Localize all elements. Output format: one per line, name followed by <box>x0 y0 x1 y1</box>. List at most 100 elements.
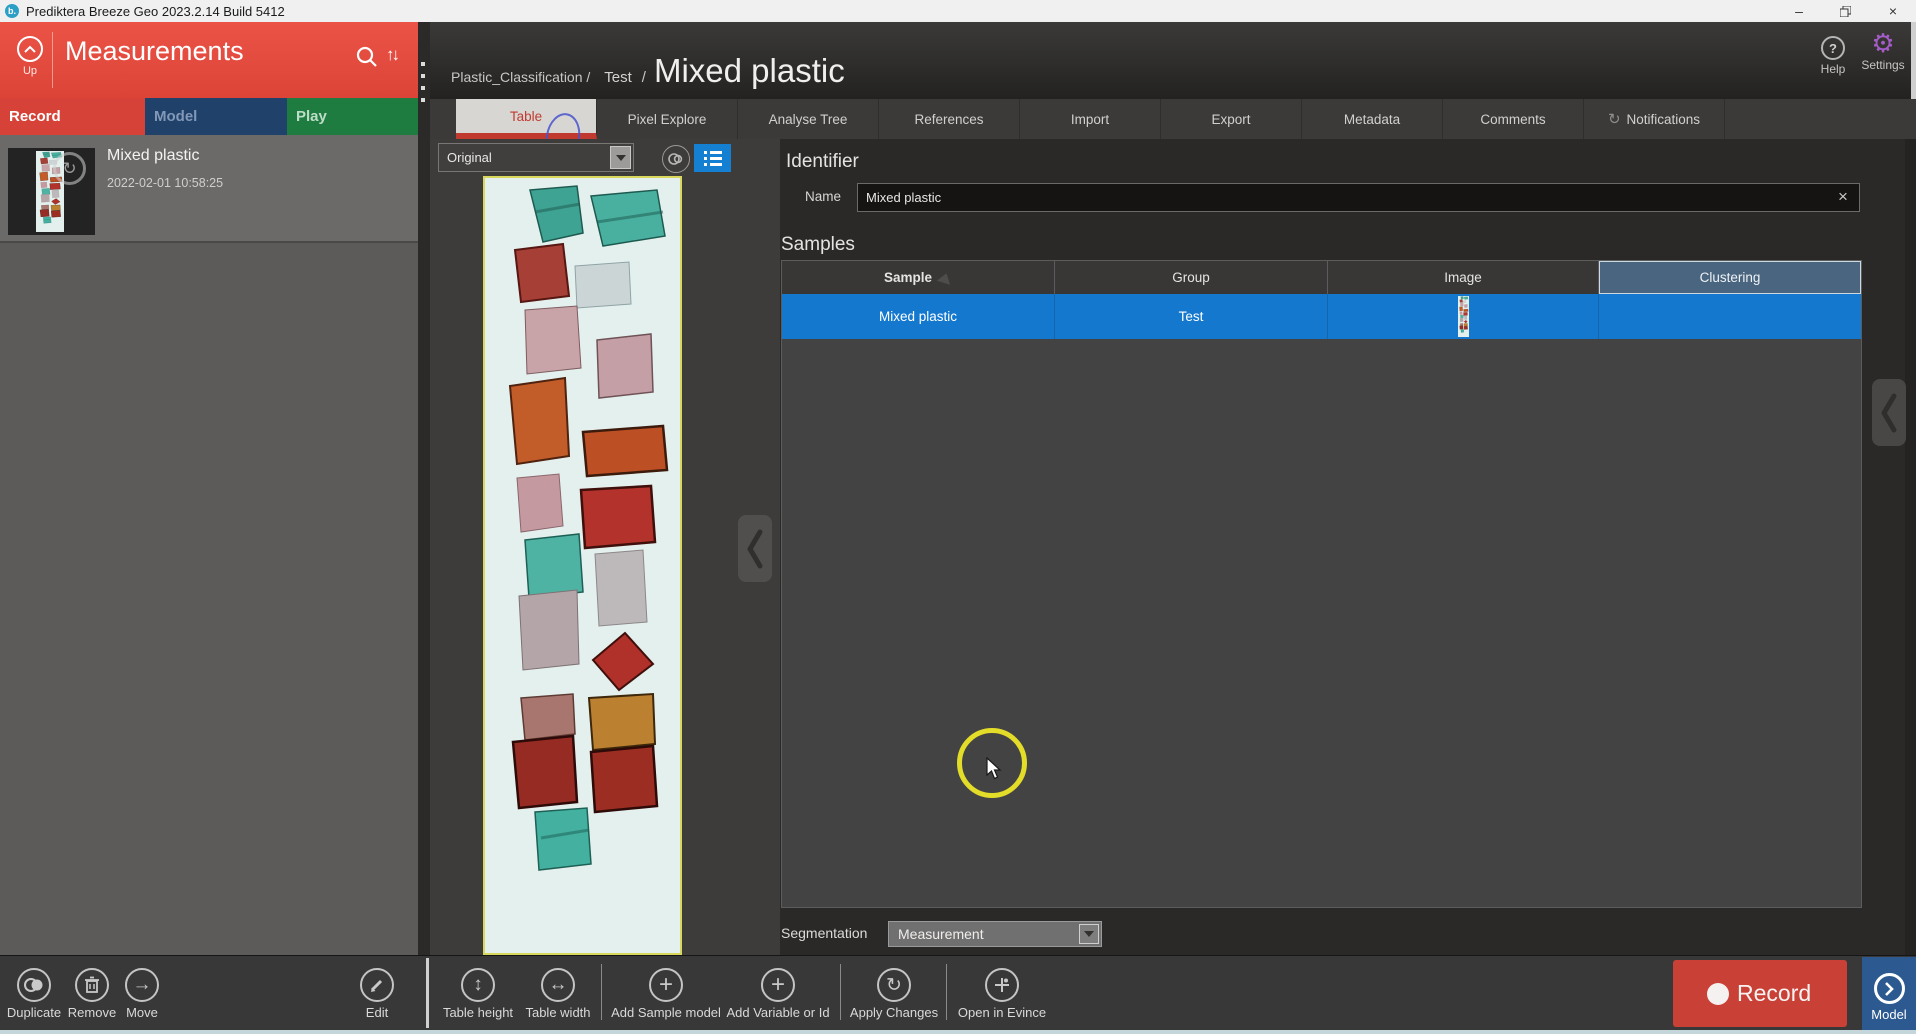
cell-sample[interactable]: Mixed plastic <box>782 294 1055 339</box>
measurement-timestamp: 2022-02-01 10:58:25 <box>107 176 223 190</box>
toolbar-separator <box>840 964 841 1020</box>
splitter-dot <box>421 98 425 102</box>
tab-import[interactable]: Import <box>1020 99 1161 139</box>
sidebar-splitter[interactable] <box>418 22 430 955</box>
move-icon[interactable]: → <box>125 968 159 1002</box>
app-window: b. Prediktera Breeze Geo 2023.2.14 Build… <box>0 0 1916 1034</box>
breadcrumb-separator: / <box>642 69 646 86</box>
add-sample-model-icon[interactable]: + <box>649 968 683 1002</box>
edit-icon[interactable] <box>360 968 394 1002</box>
duplicate-icon[interactable] <box>17 968 51 1002</box>
measurement-list: ↻ Mixed plastic 2022-02-01 10:58:25 <box>0 135 418 241</box>
sidebar-tab-record[interactable]: Record <box>0 98 145 135</box>
model-label: Model <box>1862 1007 1916 1022</box>
help-icon: ? <box>1821 36 1845 60</box>
mouse-cursor <box>986 757 1002 786</box>
table-width-icon[interactable]: ↔ <box>541 968 575 1002</box>
toolbar-divider <box>426 958 429 1028</box>
list-icon <box>704 150 722 166</box>
table-height-icon[interactable]: ↕ <box>461 968 495 1002</box>
segmentation-value: Measurement <box>898 926 984 942</box>
remove-icon[interactable] <box>75 968 109 1002</box>
edit-label: Edit <box>366 1005 388 1020</box>
restore-button[interactable] <box>1828 0 1862 22</box>
sample-detail-panel: Identifier Name × Samples Sample Group I… <box>780 139 1916 955</box>
measurement-name[interactable]: Mixed plastic <box>107 147 199 165</box>
main-tab-bar: Table Pixel Explore Analyse Tree Referen… <box>430 99 1916 139</box>
record-button[interactable]: Record <box>1673 960 1847 1027</box>
link-view-button[interactable] <box>662 145 690 173</box>
tab-comments[interactable]: Comments <box>1443 99 1584 139</box>
chevron-left-icon <box>1879 391 1899 435</box>
chevron-right-icon <box>1874 973 1905 1004</box>
tab-export[interactable]: Export <box>1161 99 1302 139</box>
window-title: Prediktera Breeze Geo 2023.2.14 Build 54… <box>26 4 285 19</box>
segmentation-label: Segmentation <box>781 925 867 941</box>
breadcrumb: Plastic_Classification / Test / Mixed pl… <box>451 52 845 90</box>
column-header-sample[interactable]: Sample <box>782 261 1055 294</box>
help-button[interactable]: ? Help <box>1811 36 1855 76</box>
collapse-panel-button[interactable] <box>738 515 772 582</box>
screen-bottom-edge <box>0 1030 1916 1034</box>
model-button[interactable]: Model <box>1862 957 1916 1030</box>
sidebar-body <box>0 241 418 957</box>
up-button[interactable]: Up <box>10 36 50 92</box>
name-input[interactable] <box>857 183 1860 212</box>
help-label: Help <box>1811 62 1855 76</box>
plastic-pieces-image <box>485 178 680 953</box>
settings-label: Settings <box>1856 58 1910 72</box>
tab-notifications[interactable]: ↻ Notifications <box>1584 99 1725 139</box>
cell-image[interactable] <box>1328 294 1599 339</box>
minimize-button[interactable]: – <box>1782 0 1816 22</box>
record-label: Record <box>1737 980 1811 1007</box>
remove-label: Remove <box>68 1005 116 1020</box>
segmentation-select[interactable]: Measurement <box>888 921 1102 947</box>
splitter-dot <box>421 74 425 78</box>
breadcrumb-project[interactable]: Plastic_Classification / <box>451 69 590 85</box>
gear-icon: ⚙ <box>1856 30 1910 56</box>
dropdown-arrow-icon[interactable] <box>1079 924 1099 944</box>
cell-clustering[interactable] <box>1599 294 1861 339</box>
divider <box>52 32 53 88</box>
tab-analyse-tree[interactable]: Analyse Tree <box>738 99 879 139</box>
open-in-evince-label: Open in Evince <box>958 1005 1046 1020</box>
tab-pixel-explore[interactable]: Pixel Explore <box>597 99 738 139</box>
collapse-right-panel-button[interactable] <box>1872 379 1906 446</box>
sidebar-tab-play[interactable]: Play <box>287 98 418 135</box>
splitter-dot <box>421 62 425 66</box>
toolbar-separator <box>601 964 602 1020</box>
column-header-clustering[interactable]: Clustering <box>1599 261 1861 294</box>
column-header-group[interactable]: Group <box>1055 261 1328 294</box>
sidebar-title: Measurements <box>65 36 244 67</box>
window-edge <box>1911 22 1916 99</box>
apply-changes-icon[interactable]: ↻ <box>877 968 911 1002</box>
clear-name-icon[interactable]: × <box>1838 187 1848 207</box>
app-logo-icon: b. <box>5 4 19 18</box>
dropdown-arrow-icon[interactable] <box>610 146 631 169</box>
preview-panel: Original <box>430 139 780 955</box>
list-view-button[interactable] <box>694 144 731 172</box>
main-header: Plastic_Classification / Test / Mixed pl… <box>430 22 1916 99</box>
add-variable-label: Add Variable or Id <box>726 1005 829 1020</box>
sidebar-tab-model[interactable]: Model <box>145 98 287 135</box>
settings-button[interactable]: ⚙ Settings <box>1856 30 1910 72</box>
add-variable-icon[interactable]: + <box>761 968 795 1002</box>
move-label: Move <box>126 1005 158 1020</box>
breadcrumb-group[interactable]: Test <box>604 69 632 86</box>
sort-icon[interactable]: ↑↓ <box>386 45 397 65</box>
open-in-evince-icon[interactable] <box>985 968 1019 1002</box>
right-panel-edge <box>1905 139 1916 955</box>
sort-indicator-icon <box>937 271 953 285</box>
column-header-image[interactable]: Image <box>1328 261 1599 294</box>
tab-references[interactable]: References <box>879 99 1020 139</box>
image-layer-select[interactable]: Original <box>438 143 634 172</box>
chevron-left-icon <box>745 527 765 571</box>
close-button[interactable]: × <box>1876 0 1910 22</box>
cell-group[interactable]: Test <box>1055 294 1328 339</box>
title-bar: b. Prediktera Breeze Geo 2023.2.14 Build… <box>0 0 1916 22</box>
up-arrow-icon <box>17 36 43 62</box>
tab-metadata[interactable]: Metadata <box>1302 99 1443 139</box>
sample-image-preview[interactable] <box>483 176 682 955</box>
page-title: Mixed plastic <box>654 52 845 90</box>
search-icon[interactable] <box>356 46 378 73</box>
